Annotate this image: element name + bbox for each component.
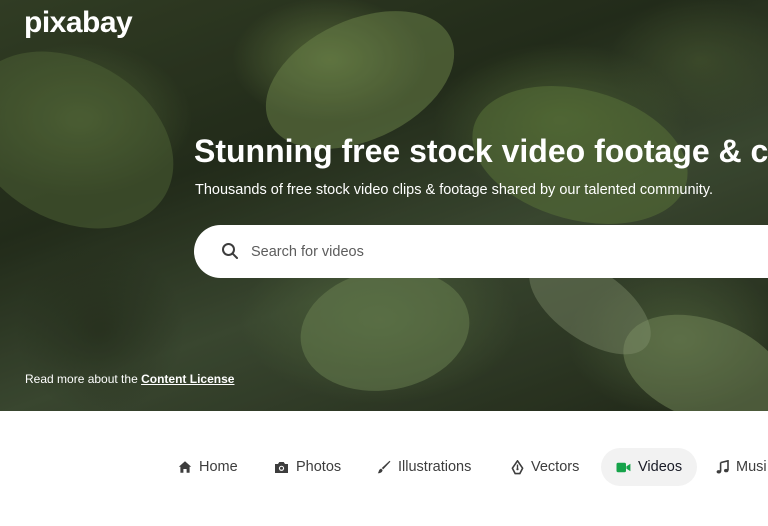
nav-item-videos[interactable]: Videos [601, 448, 698, 486]
home-icon [178, 461, 192, 473]
music-note-icon [716, 460, 729, 474]
hero-banner: pixabay Stunning free stock video footag… [0, 0, 768, 411]
brush-icon [377, 460, 391, 474]
hero-subtitle: Thousands of free stock video clips & fo… [195, 182, 713, 198]
license-note: Read more about the Content License [25, 372, 234, 386]
license-note-text: Read more about the [25, 372, 142, 386]
nav-item-photos[interactable]: Photos [260, 448, 355, 486]
search-bar[interactable] [194, 225, 768, 278]
search-input[interactable] [249, 239, 653, 265]
nav-item-label: Vectors [531, 459, 580, 475]
nav-item-label: Musi [736, 459, 767, 475]
pen-nib-icon [511, 459, 524, 474]
nav-item-label: Home [199, 459, 238, 475]
search-icon[interactable] [221, 242, 239, 260]
pixabay-logo[interactable]: pixabay [24, 6, 133, 40]
video-camera-icon [616, 462, 631, 472]
hero-overlay [0, 0, 768, 411]
page: pixabay Stunning free stock video footag… [0, 0, 768, 526]
nav-item-illustrations[interactable]: Illustrations [363, 448, 485, 486]
nav-item-home[interactable]: Home [164, 448, 252, 486]
nav-item-vectors[interactable]: Vectors [497, 448, 593, 486]
nav-item-label: Photos [296, 459, 342, 475]
category-nav: Home Photos Illustrations Vectors Videos… [0, 411, 768, 526]
content-license-link[interactable]: Content License [141, 372, 234, 386]
hero-title: Stunning free stock video footage & c [194, 133, 768, 169]
nav-item-music[interactable]: Musi [702, 448, 768, 486]
nav-item-label: Videos [638, 459, 683, 475]
nav-item-label: Illustrations [398, 459, 472, 475]
camera-icon [275, 461, 288, 473]
